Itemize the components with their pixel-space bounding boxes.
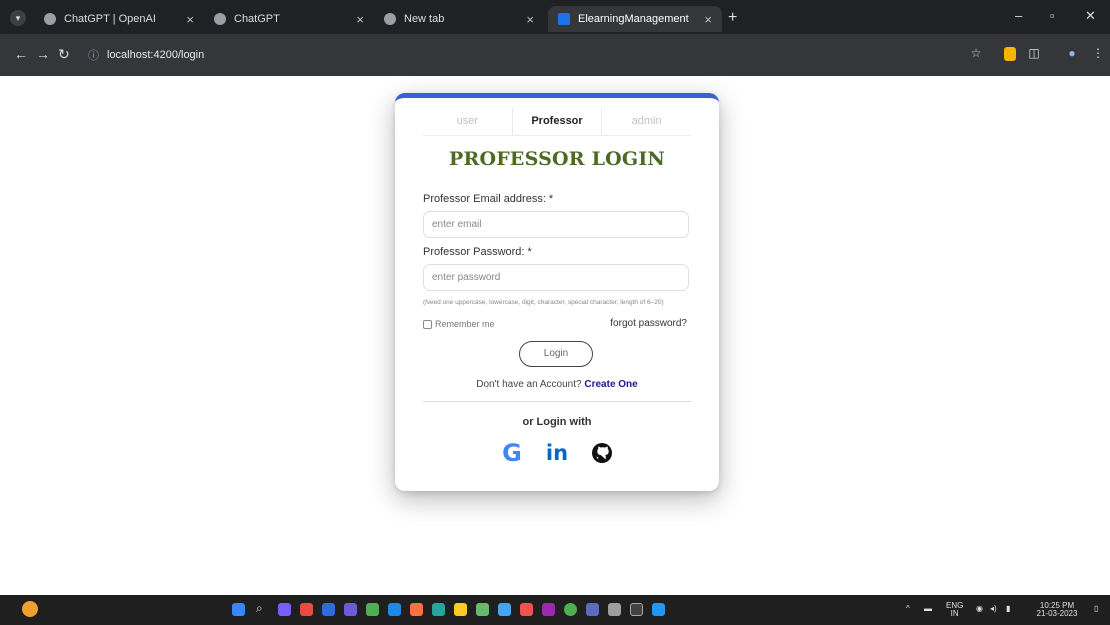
signup-text: Don't have an Account? xyxy=(476,379,582,390)
clock[interactable]: 10:25 PM 21-03-2023 xyxy=(1026,602,1088,618)
profile-icon[interactable]: ● xyxy=(1064,46,1080,62)
clock-date: 21-03-2023 xyxy=(1036,609,1078,618)
tab-title: ChatGPT xyxy=(234,13,280,25)
app-icon[interactable] xyxy=(410,603,423,616)
tray-chevron-icon[interactable]: ^ xyxy=(906,605,910,613)
tab-title: ElearningManagement xyxy=(578,13,689,25)
forgot-password-link[interactable]: forgot password? xyxy=(610,318,687,329)
windows-taskbar: ⌕ ^ ▬ ENG IN ◉ ◂) ▮ 10:25 PM 21-03-2023 … xyxy=(0,595,1110,625)
app-icon[interactable] xyxy=(586,603,599,616)
bookmark-star-icon[interactable]: ☆ xyxy=(968,46,984,62)
tab-favicon-icon xyxy=(384,13,396,25)
tab-close-icon[interactable]: × xyxy=(526,12,534,27)
remember-me-label: Remember me xyxy=(435,319,495,329)
tab-close-icon[interactable]: × xyxy=(704,12,712,27)
tab-search-icon[interactable]: ▾ xyxy=(10,10,26,26)
tab-title: ChatGPT | OpenAI xyxy=(64,13,156,25)
browser-menu-icon[interactable]: ⋮ xyxy=(1090,46,1106,62)
edge-icon[interactable] xyxy=(432,603,445,616)
app-icon[interactable] xyxy=(498,603,511,616)
notification-icon[interactable]: ▯ xyxy=(1094,605,1098,613)
reload-icon[interactable]: ↻ xyxy=(58,46,70,63)
wifi-icon[interactable]: ◉ xyxy=(976,605,983,613)
social-login-heading: or Login with xyxy=(522,416,592,428)
close-window-icon[interactable]: ✕ xyxy=(1085,8,1096,24)
browser-tab[interactable]: ChatGPT | OpenAI × xyxy=(34,6,204,32)
browser-tab-active[interactable]: ElearningManagement × xyxy=(548,6,722,32)
linkedin-icon[interactable]: in xyxy=(542,438,572,468)
email-label: Professor Email address: * xyxy=(423,193,554,205)
app-icon[interactable] xyxy=(300,603,313,616)
language-region: IN xyxy=(950,609,959,618)
app-icon[interactable] xyxy=(520,603,533,616)
new-tab-icon[interactable]: + xyxy=(728,9,737,27)
password-label: Professor Password: * xyxy=(423,246,532,258)
extensions-puzzle-icon[interactable]: ◫ xyxy=(1026,46,1042,62)
tab-close-icon[interactable]: × xyxy=(186,12,194,27)
minimize-icon[interactable]: – xyxy=(1015,8,1022,23)
chrome-icon[interactable] xyxy=(564,603,577,616)
app-icon[interactable] xyxy=(366,603,379,616)
start-icon[interactable] xyxy=(232,603,245,616)
app-icon[interactable] xyxy=(278,603,291,616)
login-button[interactable]: Login xyxy=(519,341,593,367)
maximize-icon[interactable]: ▫ xyxy=(1050,8,1055,23)
tab-favicon-icon xyxy=(214,13,226,25)
divider xyxy=(423,401,691,402)
search-icon[interactable]: ⌕ xyxy=(256,601,269,615)
settings-icon[interactable] xyxy=(608,603,621,616)
site-info-icon[interactable]: ⓘ xyxy=(88,47,99,63)
battery-icon[interactable]: ▮ xyxy=(1006,605,1010,613)
browser-tabstrip: ▾ ChatGPT | OpenAI × ChatGPT × New tab ×… xyxy=(0,0,1110,34)
social-login-buttons: G in xyxy=(497,438,617,468)
tab-favicon-icon xyxy=(558,13,570,25)
back-icon[interactable]: ← xyxy=(14,46,28,62)
password-hint: (Need one uppercase, lowercase, digit, c… xyxy=(423,299,664,306)
browser-tab[interactable]: New tab × xyxy=(374,6,544,32)
tray-app-icon[interactable]: ▬ xyxy=(924,605,932,613)
remember-me-checkbox[interactable]: Remember me xyxy=(423,319,495,329)
vscode-icon[interactable] xyxy=(652,603,665,616)
app-icon[interactable] xyxy=(476,603,489,616)
tab-admin[interactable]: admin xyxy=(602,108,691,135)
tab-close-icon[interactable]: × xyxy=(356,12,364,27)
tab-title: New tab xyxy=(404,13,445,25)
create-account-link[interactable]: Create One xyxy=(584,379,637,390)
tab-user[interactable]: user xyxy=(423,108,512,135)
terminal-icon[interactable] xyxy=(630,603,643,616)
login-card: user Professor admin PROFESSOR LOGIN Pro… xyxy=(395,93,719,491)
url-text: localhost:4200/login xyxy=(107,49,205,61)
address-bar[interactable]: ⓘ localhost:4200/login xyxy=(82,42,962,68)
checkbox-icon[interactable] xyxy=(423,319,432,329)
app-icon[interactable] xyxy=(344,603,357,616)
visual-studio-icon[interactable] xyxy=(542,603,555,616)
forward-icon[interactable]: → xyxy=(36,46,50,62)
github-icon[interactable] xyxy=(587,438,617,468)
google-icon[interactable]: G xyxy=(497,438,527,468)
role-tabs: user Professor admin xyxy=(423,108,691,136)
browser-tab[interactable]: ChatGPT × xyxy=(204,6,374,32)
app-icon[interactable] xyxy=(322,603,335,616)
tab-favicon-icon xyxy=(44,13,56,25)
email-field[interactable]: enter email xyxy=(423,211,689,238)
signup-prompt: Don't have an Account? Create One xyxy=(395,379,719,390)
volume-icon[interactable]: ◂) xyxy=(990,605,997,613)
weather-widget-icon[interactable] xyxy=(22,601,38,617)
tab-professor[interactable]: Professor xyxy=(511,108,603,135)
app-icon[interactable] xyxy=(388,603,401,616)
page-title: PROFESSOR LOGIN xyxy=(449,148,665,170)
password-field[interactable]: enter password xyxy=(423,264,689,291)
language-indicator[interactable]: ENG IN xyxy=(946,602,963,618)
file-explorer-icon[interactable] xyxy=(454,603,467,616)
page-content: user Professor admin PROFESSOR LOGIN Pro… xyxy=(0,76,1110,595)
browser-toolbar: ← → ↻ ⓘ localhost:4200/login ☆ ◫ ● ⋮ xyxy=(0,34,1110,76)
extension-icon[interactable] xyxy=(1004,47,1016,61)
